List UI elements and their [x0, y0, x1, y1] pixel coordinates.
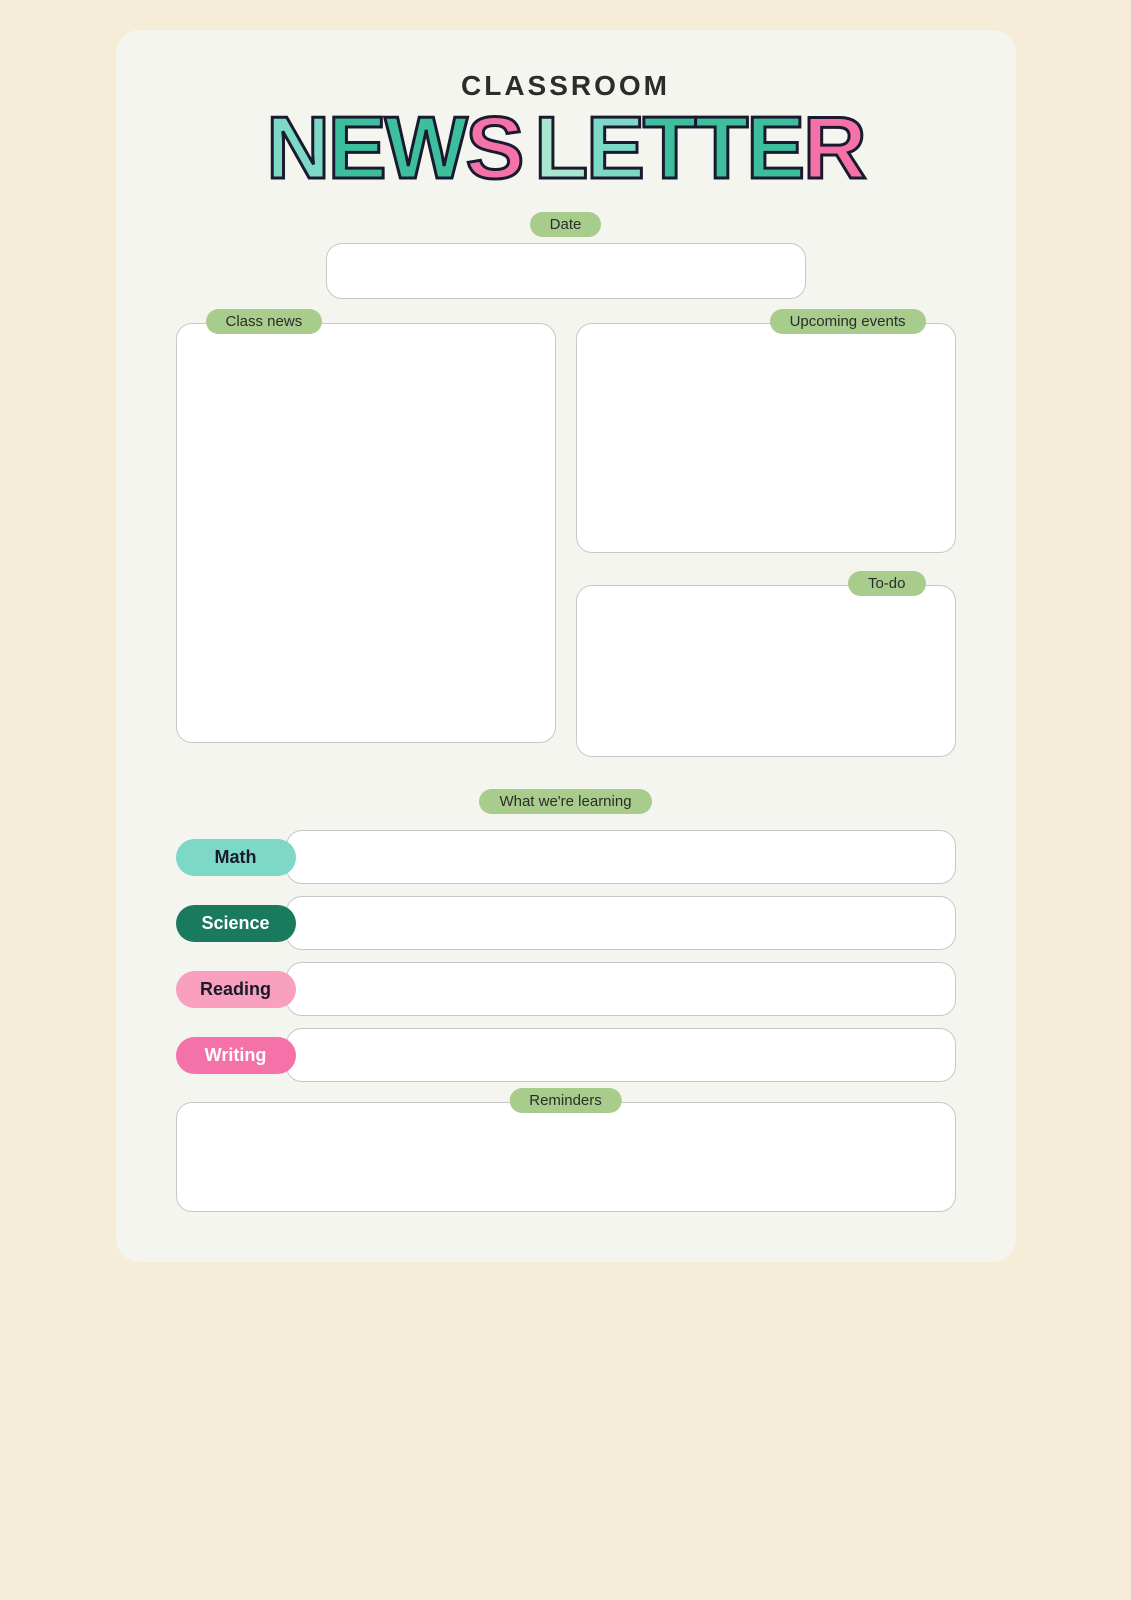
science-pill: Science — [176, 905, 296, 942]
header: CLASSROOM N E W S L E T T E R — [176, 70, 956, 192]
upcoming-events-label: Upcoming events — [770, 309, 926, 334]
class-news-label: Class news — [206, 309, 323, 334]
upcoming-events-wrapper: Upcoming events — [576, 323, 956, 553]
learning-label: What we're learning — [479, 789, 651, 814]
science-field[interactable] — [286, 896, 956, 950]
letter-L: L — [534, 104, 586, 192]
date-section: Date — [176, 212, 956, 299]
letter-E2: E — [586, 104, 643, 192]
date-field[interactable] — [326, 243, 806, 299]
writing-row: Writing — [176, 1028, 956, 1082]
reading-field[interactable] — [286, 962, 956, 1016]
reading-row: Reading — [176, 962, 956, 1016]
reminders-field[interactable] — [176, 1102, 956, 1212]
class-news-field[interactable] — [176, 323, 556, 743]
math-row: Math — [176, 830, 956, 884]
letter-R: R — [803, 104, 865, 192]
writing-field[interactable] — [286, 1028, 956, 1082]
letter-S: S — [466, 104, 523, 192]
letter-T1: T — [643, 104, 695, 192]
right-column: Upcoming events To-do — [576, 323, 956, 773]
writing-pill: Writing — [176, 1037, 296, 1074]
letter-W: W — [385, 104, 466, 192]
class-news-wrapper: Class news — [176, 323, 556, 743]
letter-N: N — [266, 104, 328, 192]
date-label: Date — [530, 212, 602, 237]
letter-E3: E — [746, 104, 803, 192]
letter-T2: T — [695, 104, 747, 192]
reading-pill: Reading — [176, 971, 296, 1008]
todo-field[interactable] — [576, 585, 956, 757]
science-row: Science — [176, 896, 956, 950]
two-column-section: Class news Upcoming events To-do — [176, 323, 956, 773]
class-news-column: Class news — [176, 323, 556, 773]
learning-section: What we're learning Math Science Reading… — [176, 789, 956, 1082]
math-field[interactable] — [286, 830, 956, 884]
math-pill: Math — [176, 839, 296, 876]
reminders-wrapper: Reminders — [176, 1102, 956, 1212]
todo-label: To-do — [848, 571, 926, 596]
page: CLASSROOM N E W S L E T T E R Date Class… — [116, 30, 1016, 1262]
todo-wrapper: To-do — [576, 585, 956, 757]
newsletter-title: N E W S L E T T E R — [176, 104, 956, 192]
learning-header: What we're learning — [176, 789, 956, 814]
reminders-label: Reminders — [509, 1088, 622, 1113]
upcoming-events-field[interactable] — [576, 323, 956, 553]
letter-E1: E — [328, 104, 385, 192]
